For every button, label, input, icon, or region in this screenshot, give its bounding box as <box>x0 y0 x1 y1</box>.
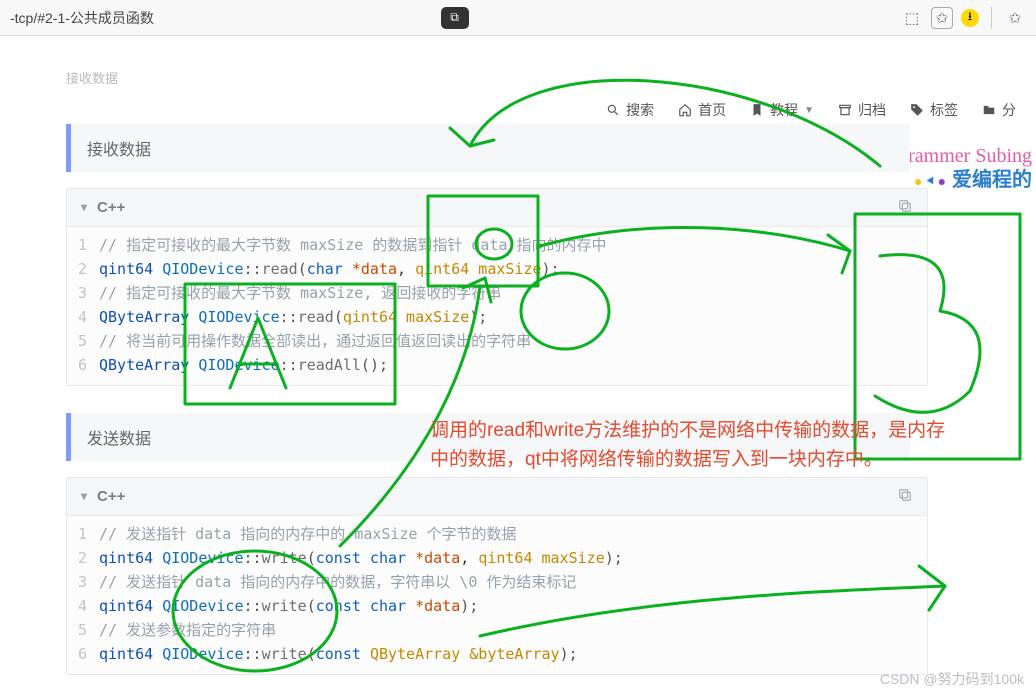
code-line: 4qint64 QIODevice::write(const char *dat… <box>67 594 927 618</box>
code-text: qint64 QIODevice::write(const char *data… <box>99 594 478 618</box>
download-manager-icon[interactable]: ⭳ <box>961 9 979 27</box>
page-body: 接收数据 搜索 首页 教程 ▼ 归档 标签 分 Programmer Sub <box>0 36 1036 697</box>
nav-tutorial-label: 教程 <box>770 100 798 120</box>
home-icon <box>678 103 692 117</box>
reader-view-icon[interactable]: ⬚ <box>901 7 923 29</box>
code-card-header[interactable]: ▾ C++ <box>67 189 927 227</box>
code-line: 5// 将当前可用操作数据全部读出，通过返回值返回读出的字符串 <box>67 329 927 353</box>
nav-category-label: 分 <box>1002 100 1016 120</box>
chevron-down-icon: ▼ <box>804 105 814 116</box>
code-text: QByteArray QIODevice::readAll(); <box>99 353 388 377</box>
copy-icon[interactable] <box>897 198 913 217</box>
code-line: 2qint64 QIODevice::write(const char *dat… <box>67 546 927 570</box>
nav-home-label: 首页 <box>698 100 726 120</box>
code-text: // 指定可接收的最大字节数 maxSize, 返回接收的字符串 <box>99 281 501 305</box>
url-fragment: -tcp/#2-1-公共成员函数 <box>10 8 427 28</box>
line-number: 2 <box>67 546 99 570</box>
folder-icon <box>982 103 996 117</box>
code-line: 6qint64 QIODevice::write(const QByteArra… <box>67 642 927 666</box>
code-text: // 将当前可用操作数据全部读出，通过返回值返回读出的字符串 <box>99 329 531 353</box>
nav-tags[interactable]: 标签 <box>910 100 958 120</box>
section-heading-receive: 接收数据 <box>66 124 910 172</box>
code-body-send[interactable]: 1// 发送指针 data 指向的内存中的 maxSize 个字节的数据2qin… <box>67 516 927 674</box>
line-number: 3 <box>67 570 99 594</box>
nav-tutorial[interactable]: 教程 ▼ <box>750 100 814 120</box>
breadcrumb: 接收数据 <box>66 68 118 87</box>
code-line: 5// 发送参数指定的字符串 <box>67 618 927 642</box>
code-card-receive: ▾ C++ 1// 指定可接收的最大字节数 maxSize 的数据到指针 dat… <box>66 188 928 386</box>
code-body-receive[interactable]: 1// 指定可接收的最大字节数 maxSize 的数据到指针 data 指向的内… <box>67 227 927 385</box>
archive-icon <box>838 103 852 117</box>
browser-chrome: -tcp/#2-1-公共成员函数 ⧉ ⬚ ✩ ⭳ ✩ <box>0 0 1036 36</box>
pip-icon[interactable]: ⧉ <box>441 7 469 29</box>
copy-icon[interactable] <box>897 487 913 506</box>
code-card-header[interactable]: ▾ C++ <box>67 478 927 516</box>
nav-search[interactable]: 搜索 <box>606 100 654 120</box>
code-card-send: ▾ C++ 1// 发送指针 data 指向的内存中的 maxSize 个字节的… <box>66 477 928 675</box>
nav-archive-label: 归档 <box>858 100 886 120</box>
nav-search-label: 搜索 <box>626 100 654 120</box>
code-text: qint64 QIODevice::write(const char *data… <box>99 546 623 570</box>
section-heading-send-label: 发送数据 <box>87 425 151 449</box>
toolbar-separator <box>991 7 992 29</box>
code-text: // 指定可接收的最大字节数 maxSize 的数据到指针 data 指向的内存… <box>99 233 607 257</box>
code-text: QByteArray QIODevice::read(qint64 maxSiz… <box>99 305 487 329</box>
code-language-label: C++ <box>97 199 125 216</box>
bookmark-icon <box>750 103 764 117</box>
code-line: 1// 指定可接收的最大字节数 maxSize 的数据到指针 data 指向的内… <box>67 233 927 257</box>
nav-archive[interactable]: 归档 <box>838 100 886 120</box>
nav-home[interactable]: 首页 <box>678 100 726 120</box>
tag-icon <box>910 103 924 117</box>
code-text: qint64 QIODevice::read(char *data, qint6… <box>99 257 560 281</box>
line-number: 6 <box>67 642 99 666</box>
code-line: 2qint64 QIODevice::read(char *data, qint… <box>67 257 927 281</box>
chevron-down-icon: ▾ <box>81 489 87 503</box>
page-watermark: CSDN @努力码到100k <box>880 669 1024 689</box>
nav-category[interactable]: 分 <box>982 100 1016 120</box>
code-line: 6QByteArray QIODevice::readAll(); <box>67 353 927 377</box>
bookmark-star-icon[interactable]: ✩ <box>1004 7 1026 29</box>
nav-tags-label: 标签 <box>930 100 958 120</box>
chevron-down-icon: ▾ <box>81 200 87 214</box>
favorite-icon[interactable]: ✩ <box>931 7 953 29</box>
brand-cn-text: 爱编程的 <box>952 169 1032 191</box>
code-line: 1// 发送指针 data 指向的内存中的 maxSize 个字节的数据 <box>67 522 927 546</box>
code-language-label: C++ <box>97 488 125 505</box>
line-number: 5 <box>67 618 99 642</box>
brand-dots: ●⯇● <box>914 173 948 189</box>
code-line: 3// 指定可接收的最大字节数 maxSize, 返回接收的字符串 <box>67 281 927 305</box>
section-heading-receive-label: 接收数据 <box>87 136 151 160</box>
line-number: 5 <box>67 329 99 353</box>
line-number: 6 <box>67 353 99 377</box>
code-text: // 发送参数指定的字符串 <box>99 618 276 642</box>
line-number: 1 <box>67 522 99 546</box>
search-icon <box>606 103 620 117</box>
code-line: 4QByteArray QIODevice::read(qint64 maxSi… <box>67 305 927 329</box>
code-text: qint64 QIODevice::write(const QByteArray… <box>99 642 578 666</box>
line-number: 4 <box>67 305 99 329</box>
line-number: 3 <box>67 281 99 305</box>
code-text: // 发送指针 data 指向的内存中的数据，字符串以 \0 作为结束标记 <box>99 570 576 594</box>
annotation-note: 调用的read和write方法维护的不是网络中传输的数据，是内存中的数据，qt中… <box>430 416 960 475</box>
top-nav: 搜索 首页 教程 ▼ 归档 标签 分 <box>606 100 1016 120</box>
code-line: 3// 发送指针 data 指向的内存中的数据，字符串以 \0 作为结束标记 <box>67 570 927 594</box>
code-text: // 发送指针 data 指向的内存中的 maxSize 个字节的数据 <box>99 522 517 546</box>
line-number: 2 <box>67 257 99 281</box>
line-number: 1 <box>67 233 99 257</box>
line-number: 4 <box>67 594 99 618</box>
